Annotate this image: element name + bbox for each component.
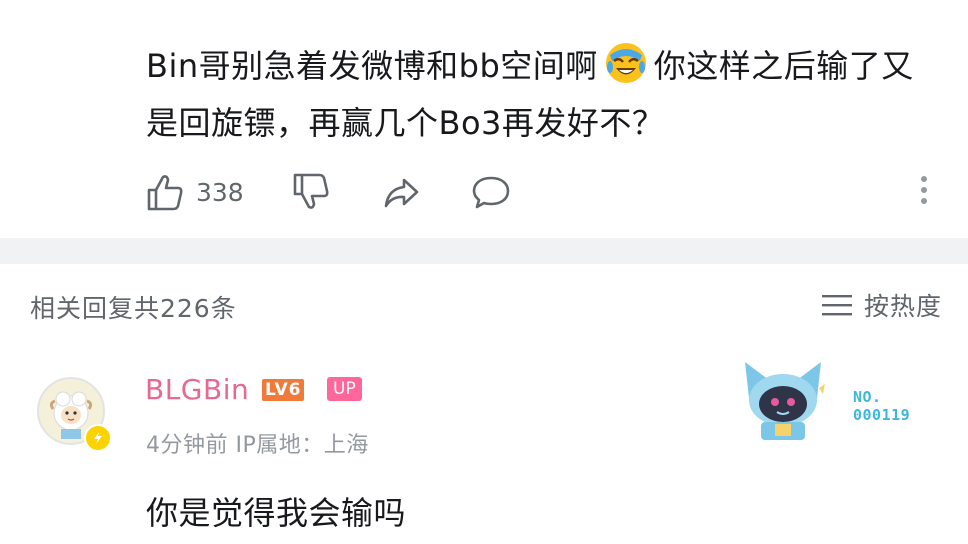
- crying-laughing-emoji-icon: [605, 43, 646, 83]
- sort-label: 按热度: [863, 292, 942, 321]
- reply-text: 你是觉得我会输吗: [146, 494, 407, 532]
- more-options-icon[interactable]: [920, 176, 928, 210]
- reply-meta: 4分钟前 IP属地：上海: [146, 427, 369, 459]
- dislike-button[interactable]: [292, 172, 330, 212]
- share-arrow-icon: [384, 178, 419, 208]
- like-count: 338: [196, 177, 244, 207]
- replies-header: 相关回复共226条 按热度: [0, 264, 968, 348]
- level-badge: LV6: [262, 379, 305, 401]
- previous-content-fragment: [150, 0, 410, 4]
- reply-count: 相关回复共226条: [30, 294, 237, 323]
- sort-by-heat-button[interactable]: 按热度: [821, 287, 942, 323]
- reply-time: 4分钟前: [146, 433, 228, 458]
- comment-bubble-icon: [472, 176, 510, 209]
- fan-badge-mascot-icon: [745, 362, 825, 440]
- lightning-badge-icon: [84, 424, 112, 452]
- reply-button[interactable]: [472, 172, 510, 212]
- share-button[interactable]: [382, 172, 420, 212]
- ip-location: IP属地：上海: [235, 433, 369, 458]
- like-button[interactable]: 338: [146, 172, 244, 212]
- section-divider: [0, 238, 968, 264]
- username[interactable]: BLGBin: [145, 373, 249, 406]
- thumbs-up-icon: [147, 175, 183, 211]
- up-badge: UP: [327, 377, 362, 401]
- thumbs-down-icon: [293, 173, 329, 209]
- fan-number: NO. 000119: [853, 388, 911, 424]
- comment-text: Bin哥别急着发微博和bb空间啊 你这样之后输了又是回旋镖，再赢几个Bo3再发好…: [146, 38, 946, 152]
- sort-lines-icon: [821, 295, 852, 316]
- comment-text-part1: Bin哥别急着发微博和bb空间啊: [146, 47, 598, 85]
- comment-actions: 338: [146, 172, 946, 216]
